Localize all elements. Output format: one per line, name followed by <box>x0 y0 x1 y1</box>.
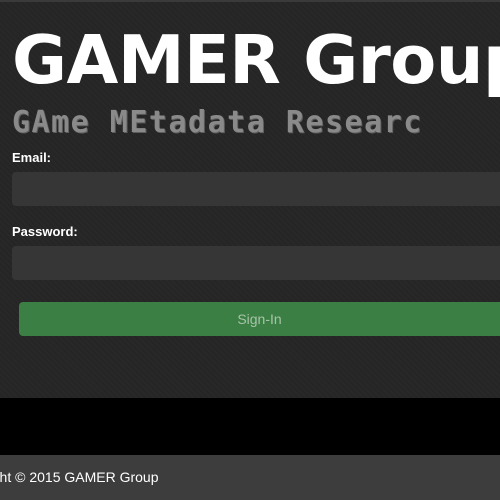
login-panel: GAMER Group GAme MEtadata Researc Email:… <box>0 0 500 398</box>
login-page: GAMER Group GAme MEtadata Researc Email:… <box>0 0 500 500</box>
footer: yright © 2015 GAMER Group <box>0 455 500 500</box>
panel-divider <box>0 0 500 2</box>
app-subtitle: GAme MEtadata Researc <box>12 105 423 140</box>
password-field[interactable] <box>12 246 500 280</box>
sign-in-button[interactable]: Sign-In <box>19 302 500 336</box>
copyright-text: yright © 2015 GAMER Group <box>0 469 159 485</box>
email-field[interactable] <box>12 172 500 206</box>
app-title: GAMER Group <box>12 21 500 99</box>
password-label: Password: <box>12 224 78 239</box>
email-label: Email: <box>12 150 52 165</box>
